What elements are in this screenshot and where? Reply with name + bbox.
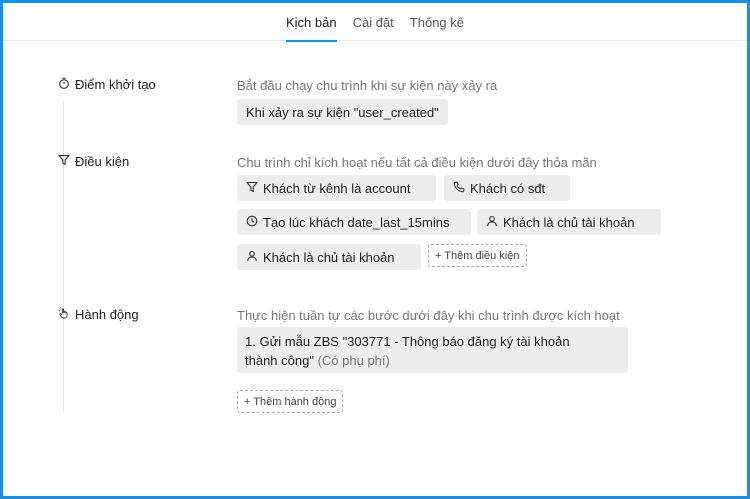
tab-thong-ke[interactable]: Thống kê bbox=[410, 15, 464, 41]
filter-icon bbox=[58, 154, 70, 169]
actions-label: Hành động bbox=[75, 307, 139, 322]
conditions-label: Điều kiện bbox=[75, 154, 130, 169]
trigger-event-chip[interactable]: Khi xảy ra sự kiện "user_created" bbox=[237, 99, 448, 125]
phone-icon bbox=[453, 181, 465, 196]
tab-bar: Kịch bản Cài đặt Thống kê bbox=[3, 3, 747, 42]
tab-cai-dat[interactable]: Cài đặt bbox=[353, 15, 394, 41]
clock-icon bbox=[246, 215, 258, 230]
user-icon bbox=[246, 250, 258, 265]
condition-chip[interactable]: Khách là chủ tài khoản bbox=[237, 244, 421, 270]
condition-chip-label: Khách có sđt bbox=[470, 180, 546, 196]
condition-chip-label: Tạo lúc khách date_last_15mins bbox=[263, 214, 450, 230]
filter-icon bbox=[246, 181, 258, 196]
hand-pointer-icon bbox=[58, 307, 70, 322]
timeline-line bbox=[63, 101, 64, 413]
action-step-1[interactable]: 1. Gửi mẫu ZBS "303771 - Thông báo đăng … bbox=[237, 327, 628, 373]
app-frame: Kịch bản Cài đặt Thống kê Điểm khởi tạo … bbox=[0, 0, 750, 499]
condition-chip[interactable]: Khách là chủ tài khoản bbox=[477, 209, 661, 235]
action-step-text-line2-wrap: thành công" (Có phụ phí) bbox=[245, 351, 620, 370]
timer-icon bbox=[58, 77, 70, 92]
add-action-button[interactable]: + Thêm hành động bbox=[237, 390, 344, 413]
condition-chip[interactable]: Khách có sđt bbox=[444, 175, 570, 201]
conditions-description: Chu trình chỉ kích hoạt nếu tất cả điều … bbox=[237, 155, 597, 170]
condition-chip-label: Khách là chủ tài khoản bbox=[263, 249, 395, 265]
action-step-text-line2: thành công" bbox=[245, 353, 314, 368]
trigger-description: Bắt đầu chạy chu trình khi sự kiện này x… bbox=[237, 78, 498, 93]
trigger-section-label: Điểm khởi tạo bbox=[58, 77, 156, 92]
tab-kich-ban[interactable]: Kịch bản bbox=[286, 15, 337, 42]
trigger-label: Điểm khởi tạo bbox=[75, 77, 156, 92]
trigger-event-label: Khi xảy ra sự kiện "user_created" bbox=[246, 104, 439, 120]
actions-section-label: Hành động bbox=[58, 307, 139, 322]
user-icon bbox=[486, 215, 498, 230]
conditions-section-label: Điều kiện bbox=[58, 154, 129, 169]
condition-chip[interactable]: Tạo lúc khách date_last_15mins bbox=[237, 209, 471, 235]
action-step-fee: (Có phụ phí) bbox=[317, 353, 390, 368]
actions-description: Thực hiện tuần tự các bước dưới đây khi … bbox=[237, 308, 620, 323]
condition-chip-label: Khách từ kênh là account bbox=[263, 180, 411, 196]
add-condition-button[interactable]: + Thêm điều kiện bbox=[428, 244, 527, 267]
action-step-text-line1: 1. Gửi mẫu ZBS "303771 - Thông báo đăng … bbox=[245, 334, 570, 349]
condition-chip[interactable]: Khách từ kênh là account bbox=[237, 175, 436, 201]
condition-chip-label: Khách là chủ tài khoản bbox=[503, 214, 635, 230]
